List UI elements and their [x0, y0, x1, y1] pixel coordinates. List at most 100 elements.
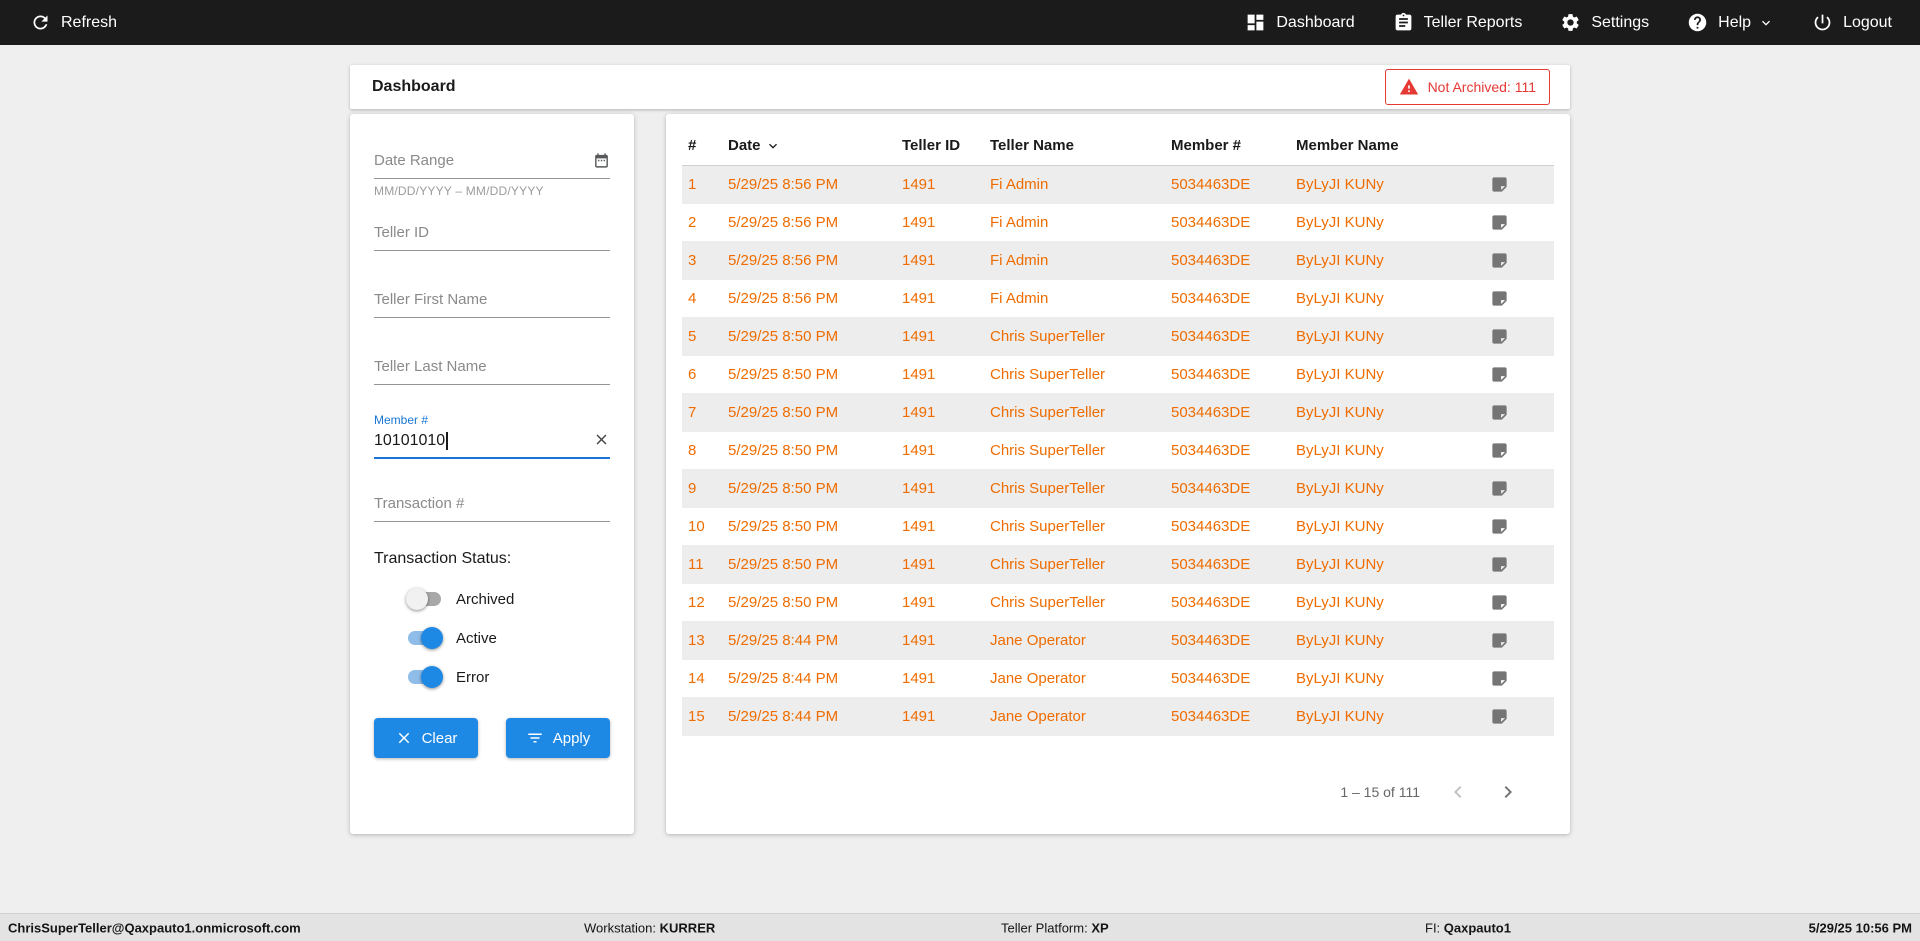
column-header-member-number[interactable]: Member #	[1171, 137, 1296, 154]
row-date: 5/29/25 8:50 PM	[728, 328, 839, 345]
row-member-number: 5034463DE	[1171, 290, 1251, 307]
row-teller-id: 1491	[902, 252, 936, 269]
row-note-cell[interactable]	[1490, 517, 1554, 536]
table-row[interactable]: 9 5/29/25 8:50 PM 1491 Chris SuperTeller…	[682, 470, 1554, 508]
help-icon	[1687, 12, 1708, 33]
toggle-row-error[interactable]: Error	[406, 666, 610, 688]
row-member-number: 5034463DE	[1171, 252, 1251, 269]
table-row[interactable]: 10 5/29/25 8:50 PM 1491 Chris SuperTelle…	[682, 508, 1554, 546]
row-note-cell[interactable]	[1490, 441, 1554, 460]
table-row[interactable]: 14 5/29/25 8:44 PM 1491 Jane Operator 50…	[682, 660, 1554, 698]
nav-settings[interactable]: Settings	[1560, 12, 1649, 33]
error-switch[interactable]	[406, 666, 443, 688]
apply-button[interactable]: Apply	[506, 718, 610, 758]
row-note-cell[interactable]	[1490, 631, 1554, 650]
table-row[interactable]: 2 5/29/25 8:56 PM 1491 Fi Admin 5034463D…	[682, 204, 1554, 242]
teller-last-name-input[interactable]	[374, 346, 610, 385]
clear-button[interactable]: Clear	[374, 718, 478, 758]
workstation-label: Workstation:	[584, 920, 657, 935]
note-icon	[1490, 631, 1509, 650]
nav-teller-reports[interactable]: Teller Reports	[1393, 12, 1522, 33]
error-toggle-label: Error	[456, 668, 490, 686]
column-header-teller-name[interactable]: Teller Name	[990, 137, 1171, 154]
row-note-cell[interactable]	[1490, 251, 1554, 270]
row-note-cell[interactable]	[1490, 707, 1554, 726]
gear-icon	[1560, 12, 1581, 33]
table-row[interactable]: 3 5/29/25 8:56 PM 1491 Fi Admin 5034463D…	[682, 242, 1554, 280]
row-member-name: ByLyJI KUNy	[1296, 556, 1384, 573]
row-note-cell[interactable]	[1490, 403, 1554, 422]
row-member-name: ByLyJI KUNy	[1296, 632, 1384, 649]
note-icon	[1490, 403, 1509, 422]
row-note-cell[interactable]	[1490, 593, 1554, 612]
nav-dashboard[interactable]: Dashboard	[1245, 12, 1355, 33]
row-note-cell[interactable]	[1490, 289, 1554, 308]
row-note-cell[interactable]	[1490, 669, 1554, 688]
row-number: 13	[688, 632, 705, 649]
teller-id-input[interactable]	[374, 212, 610, 251]
teller-first-name-input[interactable]	[374, 279, 610, 318]
table-row[interactable]: 6 5/29/25 8:50 PM 1491 Chris SuperTeller…	[682, 356, 1554, 394]
refresh-label: Refresh	[61, 13, 118, 31]
date-range-input[interactable]	[374, 140, 610, 179]
row-teller-id: 1491	[902, 708, 936, 725]
clear-member-icon[interactable]	[593, 431, 610, 448]
table-row[interactable]: 13 5/29/25 8:44 PM 1491 Jane Operator 50…	[682, 622, 1554, 660]
column-header-date[interactable]: Date	[728, 137, 902, 154]
toggle-row-active[interactable]: Active	[406, 627, 610, 649]
table-row[interactable]: 7 5/29/25 8:50 PM 1491 Chris SuperTeller…	[682, 394, 1554, 432]
row-note-cell[interactable]	[1490, 327, 1554, 346]
archived-switch[interactable]	[406, 588, 443, 610]
row-date: 5/29/25 8:50 PM	[728, 594, 839, 611]
row-note-cell[interactable]	[1490, 213, 1554, 232]
row-teller-id: 1491	[902, 594, 936, 611]
row-note-cell[interactable]	[1490, 555, 1554, 574]
active-switch[interactable]	[406, 627, 443, 649]
previous-page-icon[interactable]	[1446, 780, 1470, 804]
row-note-cell[interactable]	[1490, 365, 1554, 384]
row-date: 5/29/25 8:56 PM	[728, 290, 839, 307]
switch-thumb	[421, 627, 443, 649]
table-row[interactable]: 8 5/29/25 8:50 PM 1491 Chris SuperTeller…	[682, 432, 1554, 470]
row-member-name: ByLyJI KUNy	[1296, 442, 1384, 459]
row-number: 14	[688, 670, 705, 687]
row-member-number: 5034463DE	[1171, 404, 1251, 421]
nav-help[interactable]: Help	[1687, 12, 1774, 33]
column-header-number[interactable]: #	[688, 137, 728, 154]
teller-platform-info: Teller Platform: XP	[1001, 920, 1109, 935]
table-row[interactable]: 1 5/29/25 8:56 PM 1491 Fi Admin 5034463D…	[682, 166, 1554, 204]
next-page-icon[interactable]	[1496, 780, 1520, 804]
note-icon	[1490, 213, 1509, 232]
note-icon	[1490, 441, 1509, 460]
calendar-icon[interactable]	[593, 152, 610, 169]
pagination-range-label: 1 – 15 of 111	[1340, 784, 1420, 800]
row-note-cell[interactable]	[1490, 175, 1554, 194]
transaction-status-heading: Transaction Status:	[374, 550, 512, 567]
results-table-card: # Date Teller ID Teller Name Member # Me…	[666, 114, 1570, 834]
member-number-input[interactable]: 10101010	[374, 430, 610, 459]
workstation-info: Workstation: KURRER	[584, 920, 715, 935]
power-icon	[1812, 12, 1833, 33]
teller-platform-value: XP	[1091, 920, 1109, 935]
row-member-name: ByLyJI KUNy	[1296, 290, 1384, 307]
table-row[interactable]: 15 5/29/25 8:44 PM 1491 Jane Operator 50…	[682, 698, 1554, 736]
column-header-member-name[interactable]: Member Name	[1296, 137, 1490, 154]
column-header-teller-id[interactable]: Teller ID	[902, 137, 990, 154]
row-member-name: ByLyJI KUNy	[1296, 252, 1384, 269]
table-row[interactable]: 11 5/29/25 8:50 PM 1491 Chris SuperTelle…	[682, 546, 1554, 584]
table-row[interactable]: 5 5/29/25 8:50 PM 1491 Chris SuperTeller…	[682, 318, 1554, 356]
row-member-number: 5034463DE	[1171, 480, 1251, 497]
not-archived-badge[interactable]: Not Archived: 111	[1384, 69, 1550, 105]
refresh-button[interactable]: Refresh	[30, 12, 117, 33]
row-note-cell[interactable]	[1490, 479, 1554, 498]
row-member-number: 5034463DE	[1171, 556, 1251, 573]
toggle-row-archived[interactable]: Archived	[406, 588, 610, 610]
row-teller-id: 1491	[902, 366, 936, 383]
row-member-number: 5034463DE	[1171, 670, 1251, 687]
row-date: 5/29/25 8:50 PM	[728, 442, 839, 459]
transaction-number-input[interactable]	[374, 483, 610, 522]
table-row[interactable]: 12 5/29/25 8:50 PM 1491 Chris SuperTelle…	[682, 584, 1554, 622]
row-teller-id: 1491	[902, 442, 936, 459]
nav-logout[interactable]: Logout	[1812, 12, 1892, 33]
table-row[interactable]: 4 5/29/25 8:56 PM 1491 Fi Admin 5034463D…	[682, 280, 1554, 318]
